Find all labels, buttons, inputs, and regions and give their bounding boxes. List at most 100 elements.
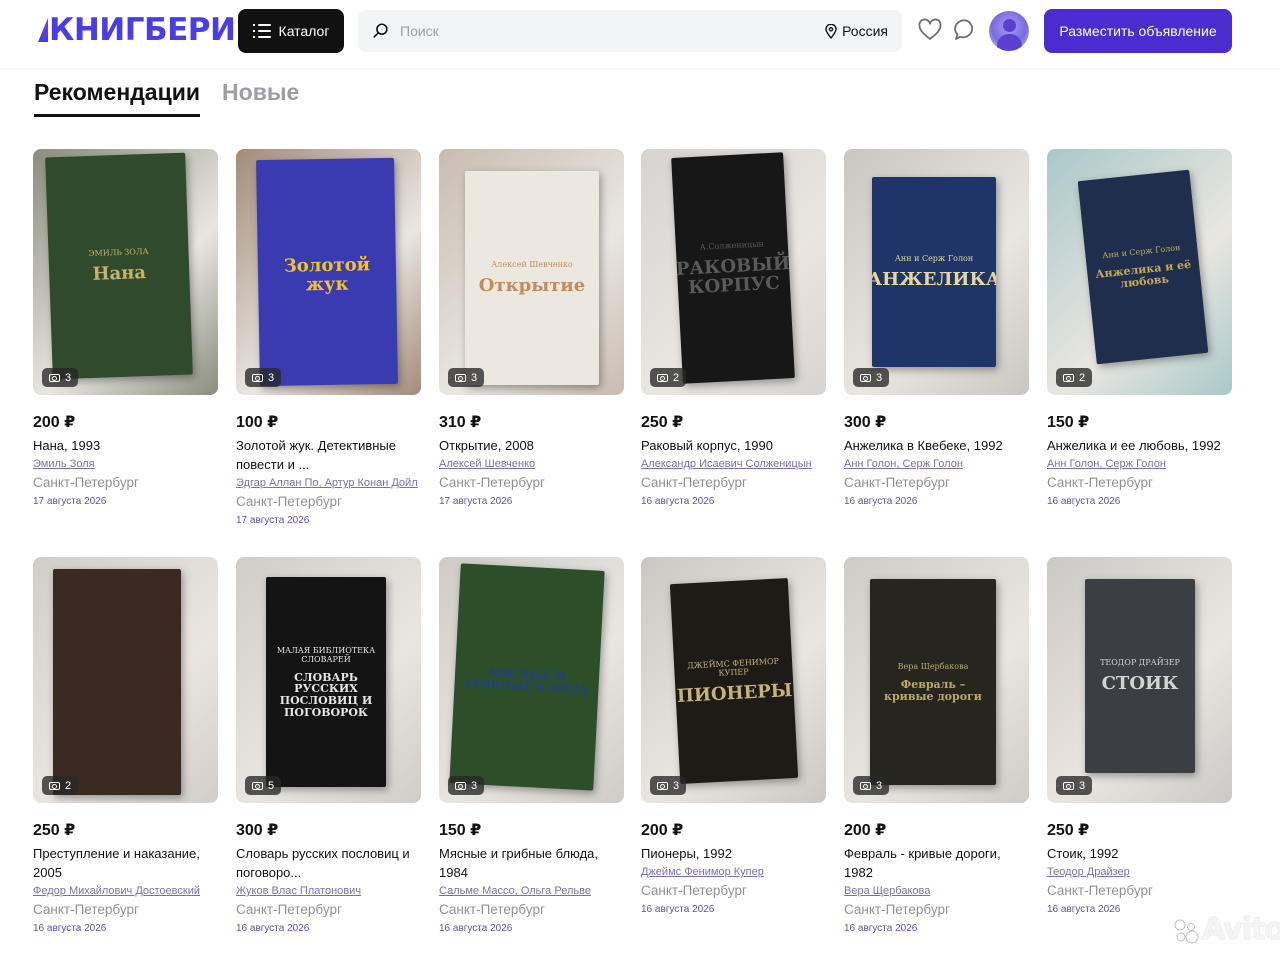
listing-photo[interactable]: Алексей Шевченко Открытие 3	[439, 149, 624, 395]
listing-title[interactable]: Мясные и грибные блюда, 1984	[439, 844, 624, 882]
listing-card[interactable]: Вера Щербакова Февраль – кривые дороги 3…	[844, 557, 1029, 937]
book-cover-title: Золотой жук	[283, 254, 371, 296]
listing-author-link[interactable]: Алексей Шевченко	[439, 455, 624, 473]
listing-author-link[interactable]: Эмиль Золя	[33, 455, 218, 473]
listing-title[interactable]: Анжелика и ее любовь, 1992	[1047, 436, 1232, 455]
listing-card[interactable]: 2 250 ₽ Преступление и наказание, 2005 Ф…	[33, 557, 218, 937]
post-listing-button[interactable]: Разместить объявление	[1044, 9, 1232, 53]
camera-icon	[1063, 781, 1074, 790]
camera-icon	[860, 373, 871, 382]
listing-author-link[interactable]: Эдгар Аллан По, Артур Конан Дойл	[236, 474, 421, 492]
listing-title[interactable]: Раковый корпус, 1990	[641, 436, 826, 455]
tab-new[interactable]: Новые	[222, 79, 299, 117]
listing-photo[interactable]: МАЛАЯ БИБЛИОТЕКА СЛОВАРЕЙ СЛОВАРЬ РУССКИ…	[236, 557, 421, 803]
messages-chat-icon[interactable]	[953, 17, 979, 43]
listing-date: 17 августа 2026	[33, 496, 107, 507]
listing-card[interactable]: Золотой жук 3 100 ₽ Золотой жук. Детекти…	[236, 149, 421, 529]
listing-title[interactable]: Стоик, 1992	[1047, 844, 1232, 863]
listing-title[interactable]: Февраль - кривые дороги, 1982	[844, 844, 1029, 882]
camera-icon	[657, 373, 668, 382]
book-cover-author: МАЛАЯ БИБЛИОТЕКА СЛОВАРЕЙ	[276, 645, 376, 664]
listing-author-link[interactable]: Анн Голон, Серж Голон	[1047, 455, 1232, 473]
book-cover-author: Анн и Серж Голон	[894, 254, 974, 264]
listing-city: Санкт-Петербург	[844, 475, 950, 490]
listing-title[interactable]: Анжелика в Квебеке, 1992	[844, 436, 1029, 455]
listing-card[interactable]: А.Солженицын РАКОВЫЙ КОРПУС 2 250 ₽ Рако…	[641, 149, 826, 510]
listing-title[interactable]: Словарь русских пословиц и поговоро...	[236, 844, 421, 882]
photo-count-badge: 5	[245, 776, 282, 795]
region-label: Россия	[842, 23, 888, 39]
camera-icon	[455, 781, 466, 790]
listing-author-link[interactable]: Вера Щербакова	[844, 882, 1029, 900]
listing-date: 16 августа 2026	[1047, 496, 1121, 507]
book-cover: МЯСНЫЕ И ГРИБНЫЕ БЛЮДА	[449, 563, 605, 791]
listing-card[interactable]: МЯСНЫЕ И ГРИБНЫЕ БЛЮДА 3 150 ₽ Мясные и …	[439, 557, 624, 937]
site-logo[interactable]: КНИГБЕРИ	[38, 10, 236, 50]
catalog-label: Каталог	[278, 23, 330, 39]
listing-photo[interactable]: ДЖЕЙМС ФЕНИМОР КУПЕР ПИОНЕРЫ 3	[641, 557, 826, 803]
listing-photo[interactable]: А.Солженицын РАКОВЫЙ КОРПУС 2	[641, 149, 826, 395]
menu-icon	[252, 24, 271, 38]
book-cover: Вера Щербакова Февраль – кривые дороги	[870, 579, 996, 785]
listing-photo[interactable]: ТЕОДОР ДРАЙЗЕР СТОИК 3	[1047, 557, 1232, 803]
favorites-heart-icon[interactable]	[917, 17, 943, 43]
listing-card[interactable]: МАЛАЯ БИБЛИОТЕКА СЛОВАРЕЙ СЛОВАРЬ РУССКИ…	[236, 557, 421, 937]
listing-card[interactable]: ДЖЕЙМС ФЕНИМОР КУПЕР ПИОНЕРЫ 3 200 ₽ Пио…	[641, 557, 826, 918]
listing-author-link[interactable]: Жуков Влас Платонович	[236, 882, 421, 900]
location-pin-icon	[825, 23, 837, 39]
photo-count: 3	[471, 371, 478, 384]
listing-date: 16 августа 2026	[33, 923, 107, 934]
region-selector[interactable]: Россия	[825, 10, 888, 52]
book-cover-author: ЭМИЛЬ ЗОЛА	[88, 247, 149, 259]
listing-photo[interactable]: 2	[33, 557, 218, 803]
listing-photo[interactable]: ЭМИЛЬ ЗОЛА Нана 3	[33, 149, 218, 395]
listing-date: 16 августа 2026	[439, 923, 513, 934]
avito-watermark: Avito	[1202, 912, 1280, 947]
photo-count-badge: 2	[1056, 368, 1093, 387]
listing-photo[interactable]: Золотой жук 3	[236, 149, 421, 395]
book-cover: А.Солженицын РАКОВЫЙ КОРПУС	[671, 152, 795, 384]
listing-price: 300 ₽	[236, 822, 279, 839]
listing-card[interactable]: Алексей Шевченко Открытие 3 310 ₽ Открыт…	[439, 149, 624, 510]
book-cover-title: СТОИК	[1101, 673, 1179, 695]
listing-date: 16 августа 2026	[844, 923, 918, 934]
listing-card[interactable]: ЭМИЛЬ ЗОЛА Нана 3 200 ₽ Нана, 1993 Эмиль…	[33, 149, 218, 510]
listing-card[interactable]: Анн и Серж Голон АНЖЕЛИКА 3 300 ₽ Анжели…	[844, 149, 1029, 510]
listing-photo[interactable]: Анн и Серж Голон АНЖЕЛИКА 3	[844, 149, 1029, 395]
catalog-button[interactable]: Каталог	[238, 9, 344, 53]
listing-city: Санкт-Петербург	[641, 883, 747, 898]
logo-text: КНИГБЕРИ	[49, 12, 236, 48]
listing-title[interactable]: Открытие, 2008	[439, 436, 624, 455]
listing-author-link[interactable]: Джеймс Фенимор Купер	[641, 863, 826, 881]
listing-title[interactable]: Преступление и наказание, 2005	[33, 844, 218, 882]
user-avatar[interactable]	[989, 11, 1029, 51]
listing-date: 16 августа 2026	[641, 904, 715, 915]
photo-count-badge: 3	[853, 368, 890, 387]
listing-card[interactable]: ТЕОДОР ДРАЙЗЕР СТОИК 3 250 ₽ Стоик, 1992…	[1047, 557, 1232, 918]
listing-photo[interactable]: Вера Щербакова Февраль – кривые дороги 3	[844, 557, 1029, 803]
photo-count-badge: 2	[42, 776, 79, 795]
listing-card[interactable]: Анн и Серж Голон Анжелика и её любовь 2 …	[1047, 149, 1232, 510]
tab-recommendations[interactable]: Рекомендации	[34, 79, 201, 117]
photo-count: 3	[268, 371, 275, 384]
listing-author-link[interactable]: Анн Голон, Серж Голон	[844, 455, 1029, 473]
camera-icon	[860, 781, 871, 790]
listing-author-link[interactable]: Сальме Массо, Ольга Рельве	[439, 882, 624, 900]
listing-date: 16 августа 2026	[236, 923, 310, 934]
search-input[interactable]	[400, 23, 780, 39]
listing-author-link[interactable]: Теодор Драйзер	[1047, 863, 1232, 881]
photo-count: 5	[268, 779, 275, 792]
listing-title[interactable]: Пионеры, 1992	[641, 844, 826, 863]
listing-photo[interactable]: Анн и Серж Голон Анжелика и её любовь 2	[1047, 149, 1232, 395]
book-cover: Алексей Шевченко Открытие	[465, 171, 599, 385]
listing-author-link[interactable]: Александр Исаевич Солженицын	[641, 455, 826, 473]
listing-title[interactable]: Нана, 1993	[33, 436, 218, 455]
book-cover-title: МЯСНЫЕ И ГРИБНЫЕ БЛЮДА	[464, 666, 589, 697]
listing-title[interactable]: Золотой жук. Детективные повести и ...	[236, 436, 421, 474]
listing-city: Санкт-Петербург	[33, 902, 139, 917]
photo-count-badge: 3	[853, 776, 890, 795]
photo-count: 3	[673, 779, 680, 792]
listing-author-link[interactable]: Федор Михайлович Достоевский	[33, 882, 218, 900]
listing-photo[interactable]: МЯСНЫЕ И ГРИБНЫЕ БЛЮДА 3	[439, 557, 624, 803]
book-cover-author: Анн и Серж Голон	[1101, 242, 1181, 261]
